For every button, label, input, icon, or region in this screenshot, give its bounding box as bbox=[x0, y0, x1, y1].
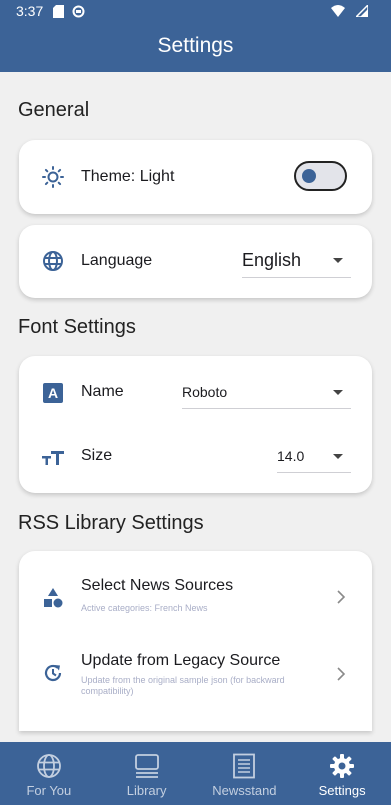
globe-icon bbox=[41, 249, 65, 273]
nav-label-for-you: For You bbox=[26, 783, 72, 798]
section-title-rss: RSS Library Settings bbox=[18, 512, 204, 534]
chevron-right-icon bbox=[337, 590, 346, 604]
sd-card-icon bbox=[51, 4, 65, 18]
toggle-knob bbox=[302, 169, 316, 183]
svg-text:A: A bbox=[48, 385, 58, 401]
status-time: 3:37 bbox=[16, 3, 44, 19]
wifi-icon bbox=[331, 4, 345, 18]
chevron-down-icon bbox=[333, 454, 343, 459]
font-name-icon: A bbox=[41, 381, 65, 405]
update-icon bbox=[41, 661, 65, 685]
theme-card: Theme: Light bbox=[19, 140, 372, 214]
select-news-sources-subtitle: Active categories: French News bbox=[81, 603, 208, 613]
update-legacy-source-row[interactable]: Update from Legacy Source Update from th… bbox=[19, 639, 372, 731]
nav-label-newsstand: Newsstand bbox=[212, 783, 277, 798]
status-icons bbox=[331, 4, 375, 18]
library-icon bbox=[133, 752, 161, 780]
chevron-down-icon bbox=[333, 390, 343, 395]
section-title-general: General bbox=[18, 99, 90, 121]
text-size-icon bbox=[41, 445, 65, 469]
nav-item-newsstand[interactable]: Newsstand bbox=[196, 742, 294, 805]
select-news-sources-row[interactable]: Select News Sources Active categories: F… bbox=[19, 551, 372, 639]
chevron-right-icon bbox=[337, 667, 346, 681]
language-value: English bbox=[242, 249, 302, 270]
rss-card: Select News Sources Active categories: F… bbox=[19, 551, 372, 731]
nav-item-settings[interactable]: Settings bbox=[293, 742, 391, 805]
nav-label-library: Library bbox=[126, 783, 167, 798]
language-dropdown[interactable]: English bbox=[242, 243, 351, 278]
gear-icon bbox=[328, 752, 356, 780]
category-icon bbox=[41, 586, 65, 610]
nav-item-for-you[interactable]: For You bbox=[0, 742, 98, 805]
select-news-sources-title: Select News Sources bbox=[81, 577, 234, 594]
theme-label: Theme: Light bbox=[81, 168, 175, 185]
language-card: Language English bbox=[19, 225, 372, 298]
font-size-dropdown[interactable]: 14.0 bbox=[277, 440, 351, 473]
language-label: Language bbox=[81, 252, 153, 269]
sync-icon bbox=[71, 4, 85, 18]
signal-icon bbox=[355, 4, 369, 18]
update-legacy-source-subtitle: Update from the original sample json (fo… bbox=[81, 675, 285, 696]
newspaper-icon bbox=[230, 752, 258, 780]
font-name-dropdown[interactable]: Roboto bbox=[182, 376, 351, 409]
font-size-label: Size bbox=[81, 447, 113, 464]
update-legacy-source-title: Update from Legacy Source bbox=[81, 652, 281, 669]
globe-icon bbox=[35, 752, 63, 780]
nav-item-library[interactable]: Library bbox=[98, 742, 196, 805]
page-title: Settings bbox=[157, 34, 234, 57]
section-title-font: Font Settings bbox=[18, 316, 136, 338]
font-name-value: Roboto bbox=[182, 384, 228, 400]
bottom-navigation: For You Library Newsstand Settings bbox=[0, 742, 391, 805]
font-name-label: Name bbox=[81, 383, 124, 400]
nav-label-settings: Settings bbox=[318, 783, 366, 798]
status-bar: 3:37 bbox=[0, 0, 391, 22]
sun-icon bbox=[41, 165, 65, 189]
font-size-value: 14.0 bbox=[277, 448, 305, 464]
app-bar: 3:37 Settings bbox=[0, 0, 391, 72]
chevron-down-icon bbox=[333, 258, 343, 263]
theme-toggle[interactable] bbox=[294, 161, 347, 191]
font-card: A Name Roboto Size 14.0 bbox=[19, 356, 372, 493]
